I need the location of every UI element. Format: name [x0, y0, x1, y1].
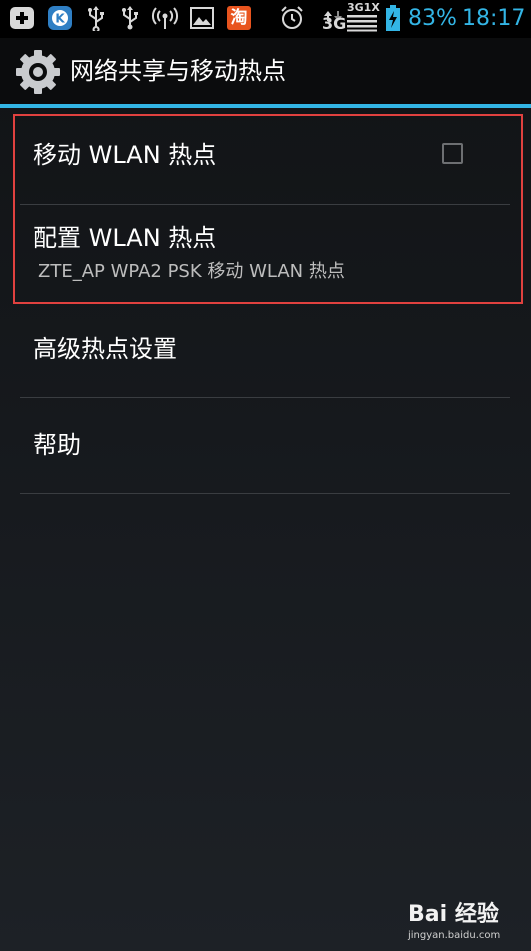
signal-strength-icon	[346, 14, 378, 32]
action-bar: 网络共享与移动热点	[0, 38, 531, 104]
highlight-box	[13, 114, 523, 304]
status-bar: K 淘 3G 3G1X 83% 18:17	[0, 0, 531, 38]
gallery-icon	[188, 5, 216, 31]
watermark-url: jingyan.baidu.com	[408, 930, 501, 941]
settings-gear-icon[interactable]	[14, 48, 62, 96]
usb-icon	[84, 5, 108, 31]
pref-title: 高级热点设置	[33, 335, 177, 363]
network-sub-type: 3G1X	[347, 1, 380, 14]
pref-advanced-hotspot-settings[interactable]: 高级热点设置	[20, 304, 510, 396]
baidu-jingyan-watermark: Bai 经验 jingyan.baidu.com	[408, 900, 523, 946]
action-bar-divider	[0, 104, 531, 108]
plus-icon	[8, 5, 36, 31]
pref-title: 帮助	[33, 431, 81, 459]
taobao-icon: 淘	[225, 5, 253, 31]
alarm-icon	[278, 5, 306, 31]
battery-percent: 83%	[408, 6, 457, 31]
network-type: 3G	[322, 14, 347, 33]
page-title: 网络共享与移动热点	[70, 57, 286, 85]
battery-charging-icon	[384, 5, 402, 31]
pref-help[interactable]: 帮助	[20, 398, 510, 492]
svg-text:K: K	[55, 12, 65, 26]
watermark-logo: Bai 经验	[408, 902, 499, 927]
divider	[20, 493, 510, 494]
clock: 18:17	[462, 6, 526, 31]
hotspot-signal-icon	[150, 5, 180, 31]
taobao-label: 淘	[230, 8, 248, 28]
k-app-icon: K	[46, 5, 74, 31]
usb-icon	[118, 5, 142, 31]
